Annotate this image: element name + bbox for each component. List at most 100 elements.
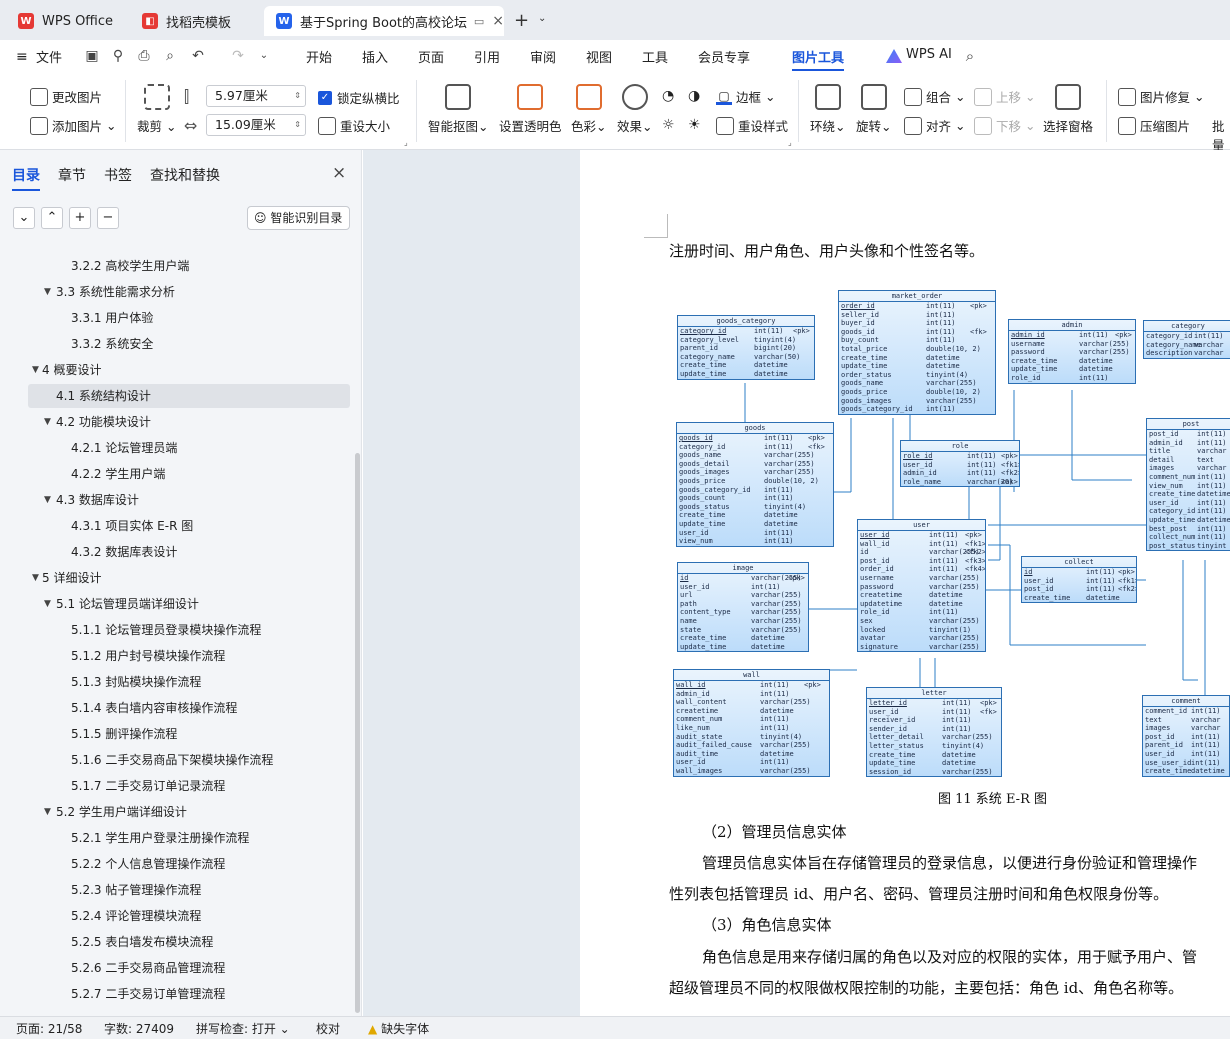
- expand-arrow-icon[interactable]: ▼: [44, 592, 51, 616]
- link-icon[interactable]: ⚲: [110, 48, 126, 64]
- toc-item[interactable]: 5.2.3 帖子管理操作流程: [28, 878, 350, 902]
- scrollbar[interactable]: [355, 453, 360, 1013]
- menu-file[interactable]: 文件: [36, 47, 62, 66]
- border-button[interactable]: ▢ 边框 ⌄: [716, 87, 775, 106]
- toc-item[interactable]: 5.2.7 二手交易订单管理流程: [28, 982, 350, 1006]
- toc-item[interactable]: 3.3.2 系统安全: [28, 332, 350, 356]
- crop-button[interactable]: 裁剪 ⌄: [137, 84, 176, 135]
- wrap-button[interactable]: 环绕⌄: [810, 84, 846, 135]
- brightness-up-icon[interactable]: ◔: [662, 88, 674, 104]
- tab-find-replace[interactable]: 查找和替换: [150, 165, 220, 185]
- toc-item[interactable]: ▼ 4.3 数据库设计: [28, 488, 350, 512]
- toc-item[interactable]: 5.2.6 二手交易商品管理流程: [28, 956, 350, 980]
- print-icon[interactable]: ⎙: [136, 48, 152, 64]
- add-image-button[interactable]: 添加图片 ⌄: [30, 116, 116, 135]
- toc-item[interactable]: ▼ 5.1 论坛管理员端详细设计: [28, 592, 350, 616]
- toc-item[interactable]: 3.2.2 高校学生用户端: [28, 254, 350, 278]
- smart-cutout-button[interactable]: 智能抠图⌄: [428, 84, 489, 135]
- menu-review[interactable]: 审阅: [530, 47, 556, 66]
- menu-tools[interactable]: 工具: [642, 47, 668, 66]
- lock-ratio-checkbox[interactable]: ✓ 锁定纵横比: [318, 88, 400, 107]
- toc-item[interactable]: 4.3.2 数据库表设计: [28, 540, 350, 564]
- smart-toc-button[interactable]: ☺ 智能识别目录: [247, 206, 350, 230]
- toc-item[interactable]: ▼ 4 概要设计: [28, 358, 350, 382]
- close-icon[interactable]: ×: [492, 13, 504, 29]
- menu-vip[interactable]: 会员专享: [698, 47, 750, 66]
- expand-arrow-icon[interactable]: ▼: [32, 358, 39, 382]
- chevron-down-icon[interactable]: ⌄: [538, 13, 546, 24]
- redo-icon[interactable]: ↷: [230, 48, 246, 64]
- word-count[interactable]: 字数: 27409: [104, 1020, 174, 1037]
- toc-item[interactable]: 5.2.1 学生用户登录注册操作流程: [28, 826, 350, 850]
- width-input[interactable]: 5.97厘米 ⇕: [206, 85, 306, 107]
- compress-button[interactable]: 压缩图片: [1118, 116, 1190, 135]
- toc-item[interactable]: 5.1.3 封贴模块操作流程: [28, 670, 350, 694]
- save-icon[interactable]: ▣: [84, 48, 100, 64]
- group-button[interactable]: 组合 ⌄: [904, 87, 965, 106]
- expand-arrow-icon[interactable]: ▼: [44, 488, 51, 512]
- toc-item[interactable]: ▼ 5 详细设计: [28, 566, 350, 590]
- toc-item[interactable]: 5.2.5 表白墙发布模块流程: [28, 930, 350, 954]
- expand-arrow-icon[interactable]: ▼: [44, 800, 51, 824]
- menu-start[interactable]: 开始: [306, 47, 332, 66]
- toc-item[interactable]: ▼ 4.2 功能模块设计: [28, 410, 350, 434]
- toc-item[interactable]: 4.2.2 学生用户端: [28, 462, 350, 486]
- toc-item[interactable]: ▼ 3.3 系统性能需求分析: [28, 280, 350, 304]
- select-pane-button[interactable]: 选择窗格: [1043, 84, 1093, 135]
- change-image-button[interactable]: 更改图片: [30, 87, 102, 106]
- expand-icon[interactable]: ⌟: [404, 138, 408, 147]
- move-up-button[interactable]: 上移 ⌄: [974, 87, 1035, 106]
- missing-font[interactable]: ▲ 缺失字体: [368, 1020, 429, 1037]
- menu-reference[interactable]: 引用: [474, 47, 500, 66]
- expand-icon[interactable]: ⌟: [788, 138, 792, 147]
- brightness-down-icon[interactable]: ◑: [688, 88, 700, 104]
- toc-item[interactable]: 4.2.1 论坛管理员端: [28, 436, 350, 460]
- menu-wps-ai[interactable]: WPS AI: [906, 47, 952, 62]
- image-repair-button[interactable]: 图片修复 ⌄: [1118, 87, 1204, 106]
- toc-item[interactable]: 5.1.2 用户封号模块操作流程: [28, 644, 350, 668]
- remove-heading-button[interactable]: −: [97, 207, 119, 229]
- toc-item[interactable]: 4.1 系统结构设计: [28, 384, 350, 408]
- resize-button[interactable]: 重设大小: [318, 116, 390, 135]
- tab-chapter[interactable]: 章节: [58, 165, 86, 185]
- contrast-down-icon[interactable]: ☀: [688, 117, 701, 133]
- toc-item[interactable]: 4.3.1 项目实体 E-R 图: [28, 514, 350, 538]
- toc-item[interactable]: ▼ 5.2 学生用户端详细设计: [28, 800, 350, 824]
- collapse-down-button[interactable]: ⌄: [13, 207, 35, 229]
- print-preview-icon[interactable]: ⌕: [162, 48, 178, 64]
- menu-page[interactable]: 页面: [418, 47, 444, 66]
- toc-item[interactable]: 5.2.4 评论管理模块流程: [28, 904, 350, 928]
- expand-arrow-icon[interactable]: ▼: [44, 280, 51, 304]
- chevron-down-icon[interactable]: ⌄: [256, 48, 272, 64]
- spell-check[interactable]: 拼写检查: 打开 ⌄: [196, 1020, 290, 1037]
- close-icon[interactable]: ×: [332, 163, 346, 183]
- toc-item[interactable]: 5.1.5 删评操作流程: [28, 722, 350, 746]
- menu-view[interactable]: 视图: [586, 47, 612, 66]
- reset-style-button[interactable]: 重设样式: [716, 116, 788, 135]
- transparent-color-button[interactable]: 设置透明色: [499, 84, 562, 135]
- tab-template[interactable]: ◧ 找稻壳模板: [130, 6, 258, 36]
- color-button[interactable]: 色彩⌄: [571, 84, 607, 135]
- rotate-button[interactable]: 旋转⌄: [856, 84, 892, 135]
- toc-item[interactable]: 5.2.2 个人信息管理操作流程: [28, 852, 350, 876]
- toc-item[interactable]: 5.1.6 二手交易商品下架模块操作流程: [28, 748, 350, 772]
- toc-item[interactable]: 5.1.4 表白墙内容审核操作流程: [28, 696, 350, 720]
- align-button[interactable]: 对齐 ⌄: [904, 116, 965, 135]
- toc-item[interactable]: 3.3.1 用户体验: [28, 306, 350, 330]
- collapse-up-button[interactable]: ⌃: [41, 207, 63, 229]
- batch-button[interactable]: 批量: [1212, 116, 1230, 154]
- contrast-up-icon[interactable]: ☼: [662, 117, 675, 133]
- menu-insert[interactable]: 插入: [362, 47, 388, 66]
- proofread[interactable]: 校对: [316, 1020, 340, 1037]
- page-indicator[interactable]: 页面: 21/58: [16, 1020, 82, 1037]
- menu-picture-tools[interactable]: 图片工具: [792, 47, 845, 71]
- search-icon[interactable]: ⌕: [962, 48, 978, 64]
- add-heading-button[interactable]: +: [69, 207, 91, 229]
- tab-bookmark[interactable]: 书签: [104, 165, 132, 185]
- toc-item[interactable]: 5.1.7 二手交易订单记录流程: [28, 774, 350, 798]
- new-tab-icon[interactable]: +: [514, 10, 529, 31]
- expand-arrow-icon[interactable]: ▼: [32, 566, 39, 590]
- tab-toc[interactable]: 目录: [12, 165, 40, 191]
- undo-icon[interactable]: ↶: [190, 48, 206, 64]
- height-input[interactable]: 15.09厘米 ⇕: [206, 114, 306, 136]
